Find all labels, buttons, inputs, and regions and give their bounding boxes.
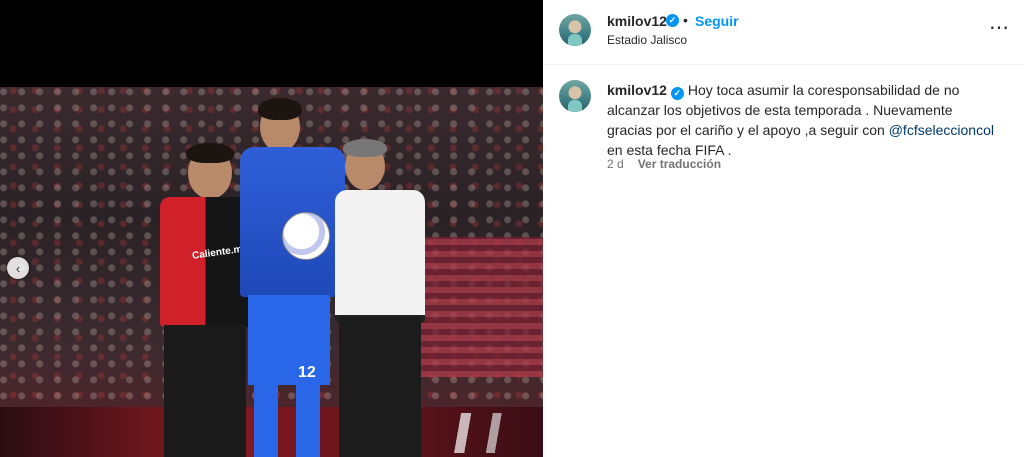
caption-meta: 2 d Ver traducción	[607, 157, 721, 171]
post-header: kmilov12 ✓ • Seguir Estadio Jalisco ⋯	[543, 0, 1024, 65]
separator-dot: •	[683, 12, 688, 28]
post-caption: kmilov12 ✓ Hoy toca asumir la coresponsab…	[607, 80, 997, 160]
post-photo: Caliente.mx 12	[0, 87, 543, 457]
post-side-panel: kmilov12 ✓ • Seguir Estadio Jalisco ⋯ km…	[543, 0, 1024, 457]
caption-text-end: en esta fecha FIFA .	[607, 142, 732, 158]
post-media: Caliente.mx 12 ‹	[0, 0, 543, 457]
caption-verified-badge-icon: ✓	[670, 87, 684, 100]
follow-button[interactable]: Seguir	[695, 13, 739, 29]
more-options-icon[interactable]: ⋯	[989, 18, 1010, 38]
previous-slide-button[interactable]: ‹	[7, 257, 29, 279]
post-location[interactable]: Estadio Jalisco	[607, 33, 687, 47]
caption-mention-link[interactable]: @fcfseleccioncol	[889, 122, 994, 138]
shorts-number: 12	[298, 364, 316, 381]
caption-username[interactable]: kmilov12	[607, 82, 667, 98]
see-translation-button[interactable]: Ver traducción	[638, 157, 721, 171]
player-center: 12	[240, 98, 350, 457]
verified-badge-icon: ✓	[666, 14, 679, 27]
chevron-left-icon: ‹	[15, 260, 21, 276]
staff-member	[335, 139, 435, 457]
post-time: 2 d	[607, 157, 624, 171]
avatar[interactable]	[559, 14, 591, 46]
caption-avatar[interactable]	[559, 80, 591, 112]
post-username[interactable]: kmilov12	[607, 13, 667, 29]
